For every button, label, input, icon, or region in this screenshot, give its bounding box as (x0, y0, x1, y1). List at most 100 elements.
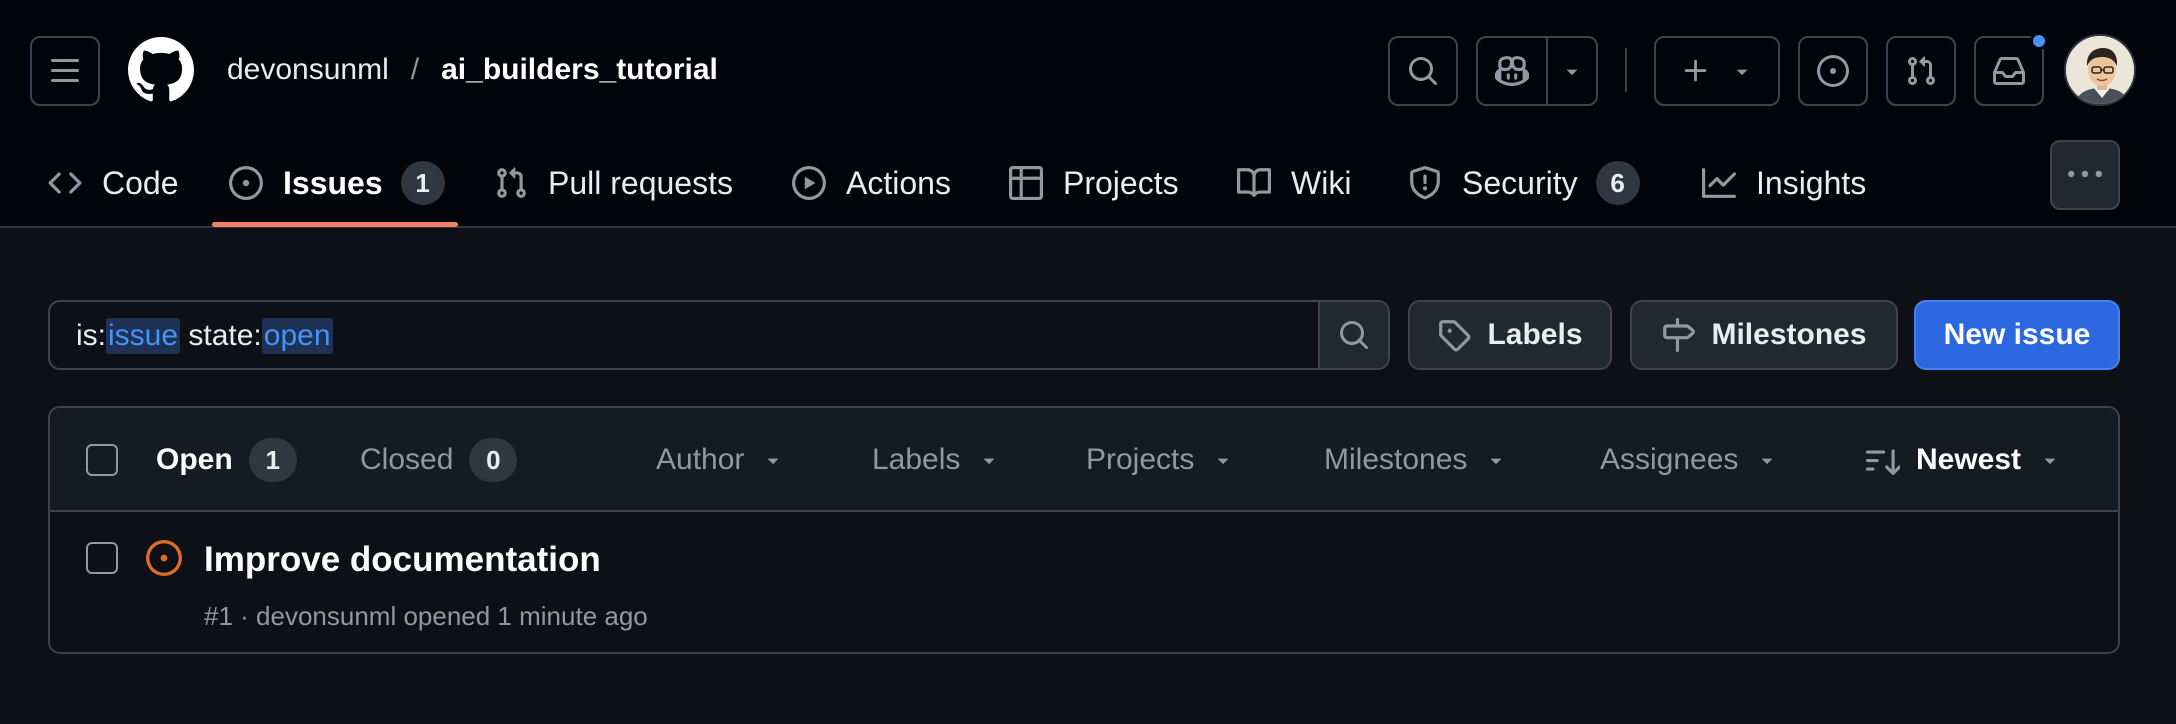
search-query: is: issue state: open (76, 318, 333, 354)
tab-label: Security (1462, 164, 1578, 201)
search-icon (1409, 57, 1438, 86)
create-new-button[interactable] (1654, 36, 1780, 106)
tab-insights[interactable]: Insights (1702, 140, 1866, 226)
book-icon (1237, 168, 1271, 197)
new-issue-button-label: New issue (1943, 318, 2091, 351)
pull-requests-shortcut-button[interactable] (1886, 36, 1956, 106)
sort-dropdown[interactable]: Newest (1866, 436, 2061, 484)
labels-filter[interactable]: Labels (872, 436, 1000, 484)
git-pull-request-icon (497, 167, 526, 198)
issue-opened-icon (229, 166, 263, 200)
projects-filter[interactable]: Projects (1086, 436, 1234, 484)
assignees-filter-label: Assignees (1600, 443, 1739, 476)
issue-checkbox[interactable] (86, 542, 118, 574)
tab-label: Actions (846, 164, 951, 201)
triangle-down-icon (1218, 458, 1229, 464)
menu-button[interactable] (30, 36, 100, 106)
issue-meta: #1 · devonsunml opened 1 minute ago (204, 601, 648, 631)
author-filter[interactable]: Author (656, 436, 784, 484)
kebab-horizontal-icon (2068, 170, 2102, 178)
milestones-filter[interactable]: Milestones (1324, 436, 1507, 484)
header-divider (1625, 48, 1627, 92)
tab-code[interactable]: Code (48, 140, 179, 226)
copilot-button-group (1476, 36, 1598, 106)
assignees-filter[interactable]: Assignees (1600, 436, 1778, 484)
tab-label: Wiki (1291, 164, 1352, 201)
triangle-down-icon (2045, 458, 2056, 464)
list-item[interactable]: Improve documentation #1 · devonsunml op… (50, 512, 2118, 652)
global-header: devonsunml / ai_builders_tutorial Code I… (0, 0, 2176, 228)
issue-opened-icon (1817, 55, 1849, 87)
sort-desc-icon (1866, 449, 1900, 476)
query-state-key: state: (188, 319, 262, 352)
closed-label: Closed (360, 443, 454, 476)
author-filter-label: Author (656, 443, 745, 476)
tab-actions[interactable]: Actions (792, 140, 951, 226)
triangle-down-icon (1566, 69, 1578, 75)
tab-label: Projects (1063, 164, 1179, 201)
tab-label: Issues (283, 164, 383, 201)
security-count-badge: 6 (1595, 161, 1640, 205)
triangle-down-icon (1736, 69, 1748, 75)
triangle-down-icon (768, 458, 779, 464)
breadcrumb: devonsunml / ai_builders_tutorial (227, 50, 718, 90)
search-button[interactable] (1388, 36, 1458, 106)
open-issues-filter[interactable]: Open 1 (156, 436, 297, 484)
repo-link[interactable]: ai_builders_tutorial (441, 50, 718, 90)
milestones-button[interactable]: Milestones (1630, 300, 1898, 370)
inbox-icon (1993, 57, 2025, 85)
notification-indicator (2030, 32, 2048, 50)
tab-wiki[interactable]: Wiki (1237, 140, 1351, 226)
search-submit-button[interactable] (1318, 302, 1388, 368)
copilot-icon (1495, 56, 1529, 86)
git-pull-request-icon (1907, 56, 1936, 86)
copilot-button[interactable] (1478, 38, 1548, 104)
milestone-icon (1663, 318, 1696, 352)
tab-security[interactable]: Security 6 (1408, 140, 1640, 226)
select-all-checkbox[interactable] (86, 444, 118, 476)
issue-opened-icon (146, 540, 182, 576)
open-label: Open (156, 443, 233, 476)
milestones-filter-label: Milestones (1324, 443, 1468, 476)
more-tabs-button[interactable] (2050, 140, 2120, 210)
play-icon (792, 166, 826, 200)
hamburger-icon (51, 59, 79, 82)
active-tab-underline (212, 222, 458, 227)
github-logo-icon[interactable] (128, 37, 194, 103)
triangle-down-icon (1491, 458, 1502, 464)
shield-icon (1410, 166, 1440, 200)
triangle-down-icon (1762, 458, 1773, 464)
issues-shortcut-button[interactable] (1798, 36, 1868, 106)
copilot-dropdown-button[interactable] (1548, 38, 1596, 104)
tag-icon (1439, 320, 1471, 352)
tab-label: Pull requests (548, 164, 733, 201)
search-icon (1340, 321, 1369, 350)
issues-count-badge: 1 (400, 161, 445, 205)
new-issue-button[interactable]: New issue (1914, 300, 2120, 370)
breadcrumb-separator: / (410, 53, 420, 86)
code-icon (48, 172, 82, 194)
triangle-down-icon (984, 458, 995, 464)
issues-search-input[interactable]: is: issue state: open (48, 300, 1390, 370)
tab-label: Code (102, 164, 179, 201)
closed-count-badge: 0 (469, 438, 518, 482)
tab-pull-requests[interactable]: Pull requests (494, 140, 733, 226)
labels-filter-label: Labels (872, 443, 961, 476)
owner-link[interactable]: devonsunml (227, 50, 389, 90)
issue-title-link[interactable]: Improve documentation (204, 540, 601, 580)
milestones-button-label: Milestones (1711, 318, 1867, 351)
issues-list-header: Open 1 Closed 0 Author Labels Projects M… (50, 408, 2118, 512)
tab-issues[interactable]: Issues 1 (229, 140, 445, 226)
tab-projects[interactable]: Projects (1009, 140, 1179, 226)
query-state-value: open (261, 318, 333, 354)
sort-label: Newest (1916, 443, 2022, 476)
plus-icon (1684, 59, 1707, 82)
labels-button-label: Labels (1487, 318, 1583, 351)
open-count-badge: 1 (248, 438, 297, 482)
projects-filter-label: Projects (1086, 443, 1195, 476)
avatar[interactable] (2064, 34, 2136, 106)
table-icon (1009, 166, 1043, 200)
labels-button[interactable]: Labels (1408, 300, 1612, 370)
closed-issues-filter[interactable]: Closed 0 (360, 436, 518, 484)
query-is-key: is: (76, 319, 106, 352)
